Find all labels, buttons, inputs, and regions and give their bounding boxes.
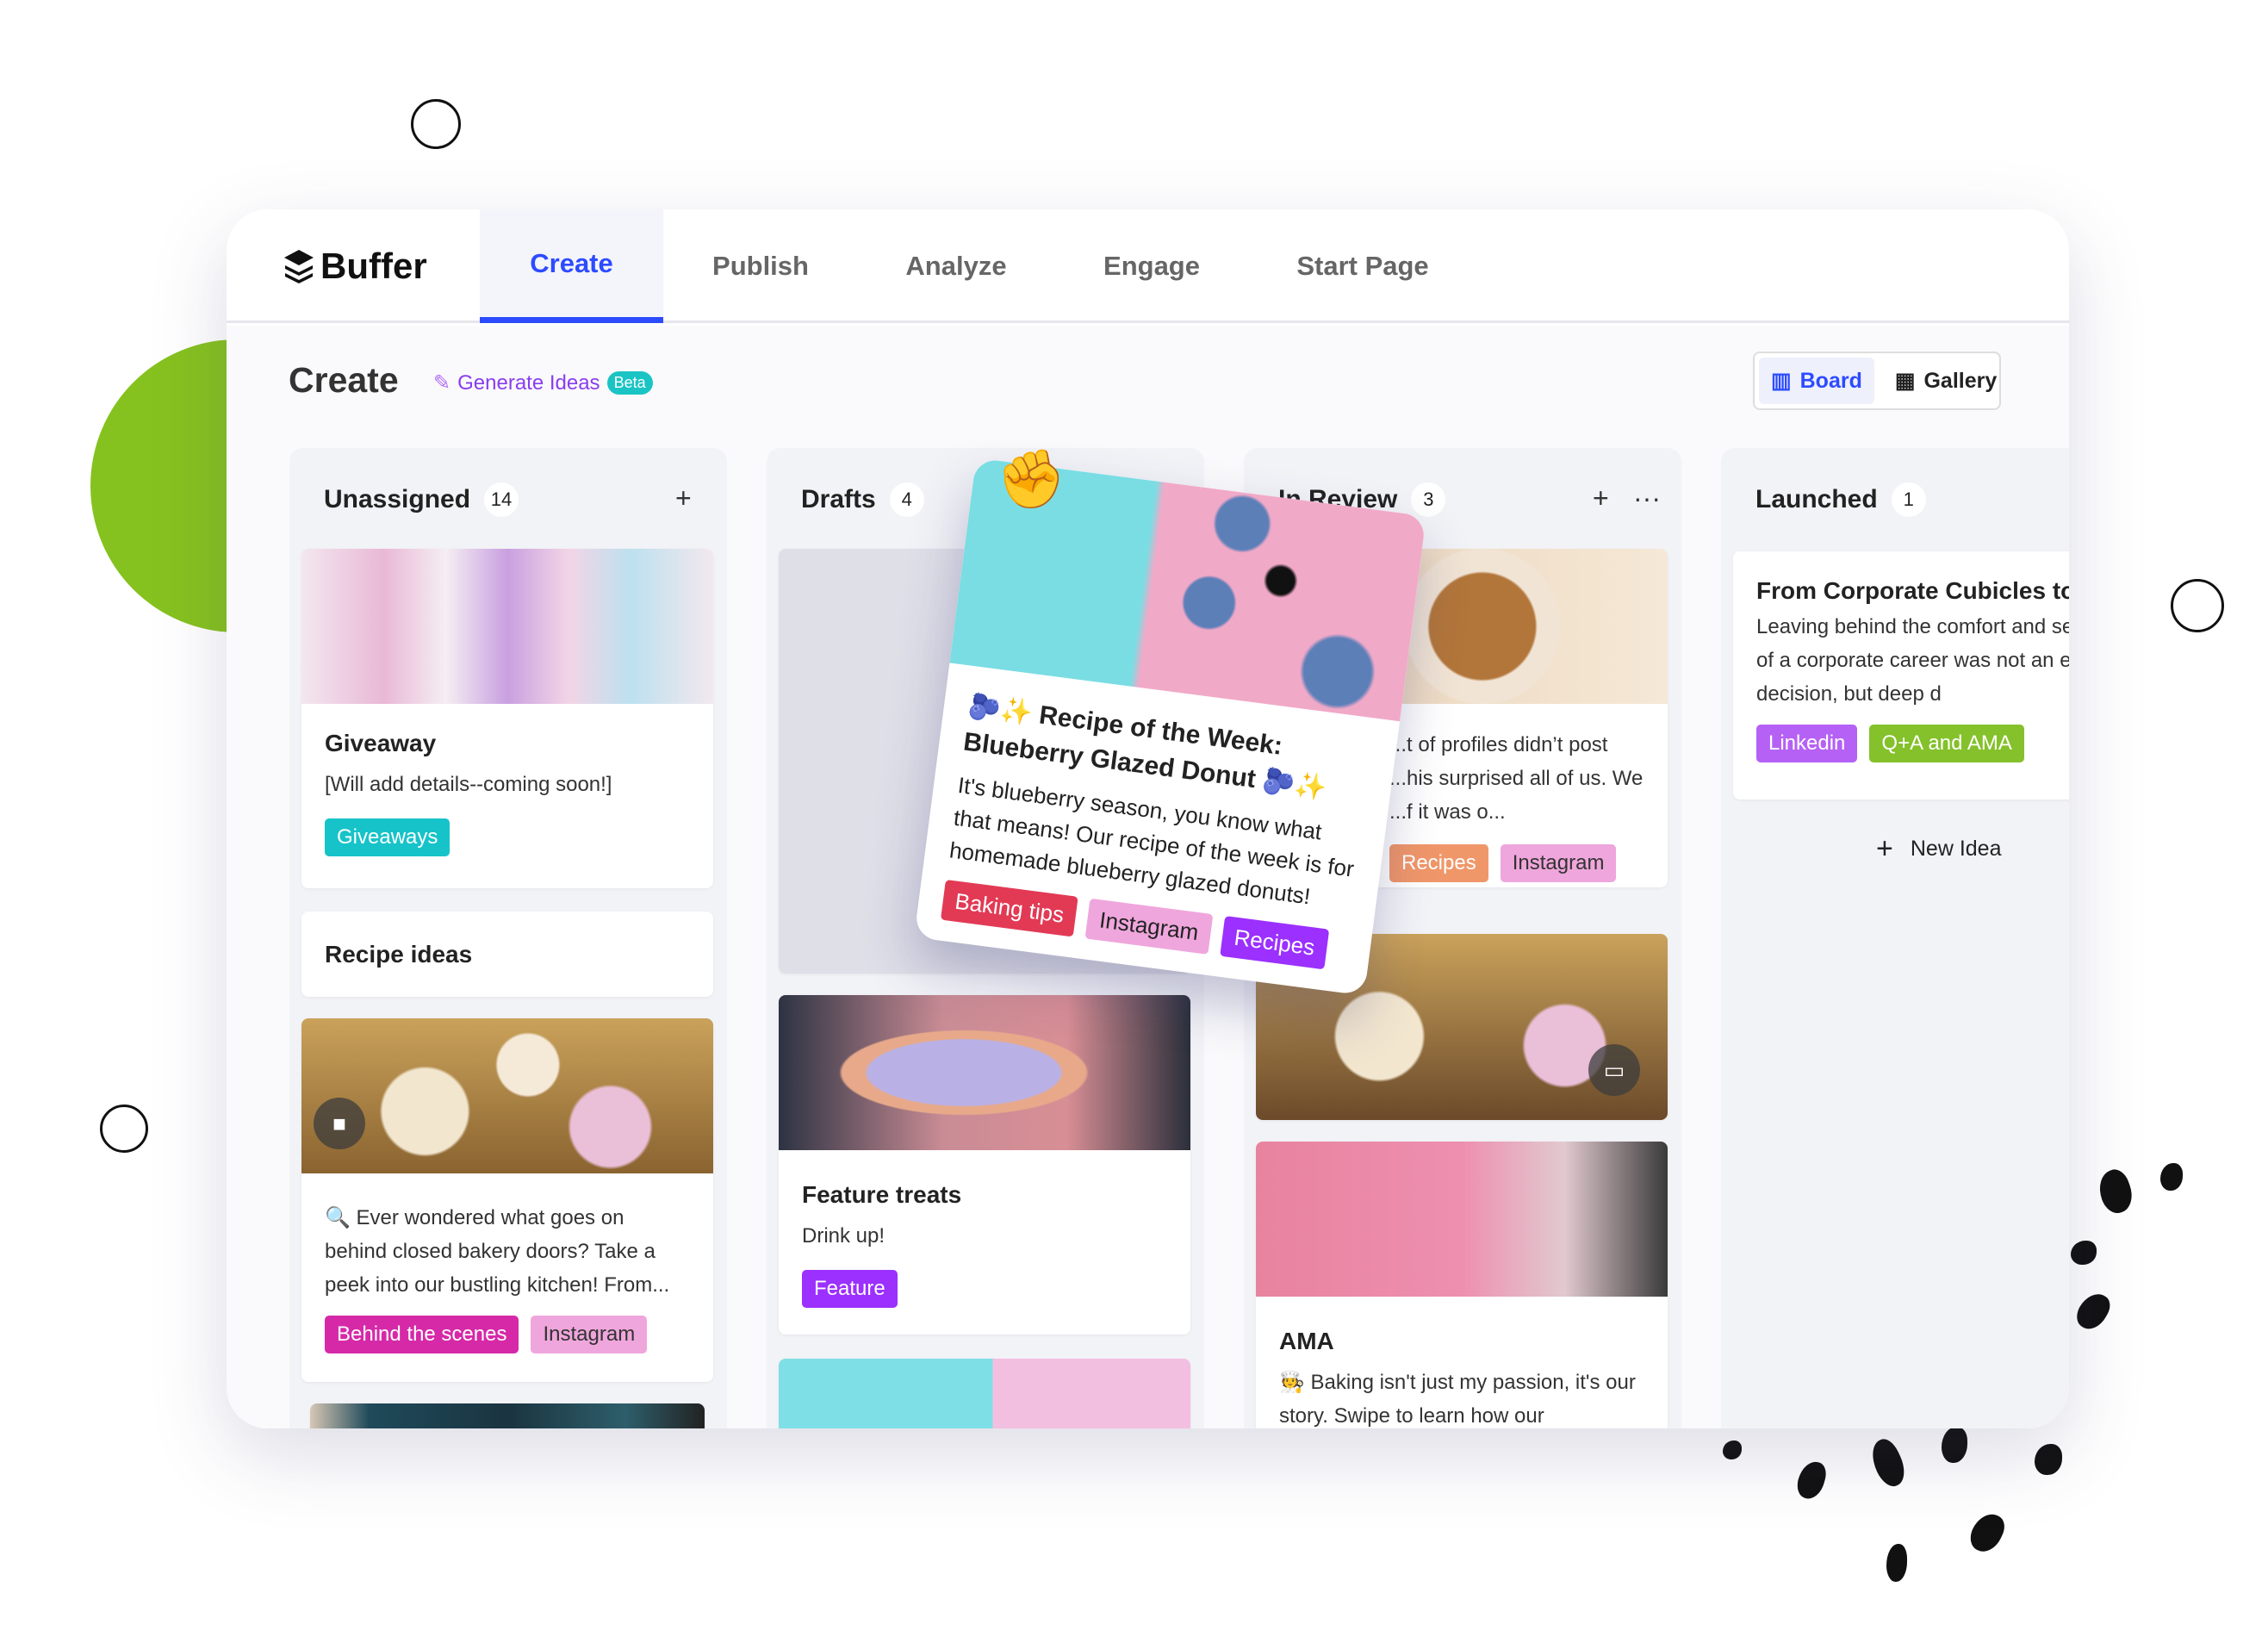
grab-cursor-icon: ✊: [992, 443, 1072, 517]
column-title: Launched: [1755, 485, 1878, 513]
card-text: Leaving behind the comfort and security …: [1756, 615, 2069, 706]
card-text: ...t of profiles didn’t post ...his surp…: [1389, 733, 1644, 824]
card-text: 🔍 Ever wondered what goes on behind clos…: [325, 1206, 670, 1297]
tag[interactable]: Instagram: [531, 1316, 648, 1353]
add-idea-button[interactable]: +: [1593, 482, 1609, 514]
column-launched: Launched 1 From Corporate Cubicles to Lea…: [1721, 448, 2069, 1428]
sprinkle-donut-image: [779, 995, 1190, 1150]
tab-analyze[interactable]: Analyze: [887, 209, 1025, 323]
magic-wand-icon: ✎: [433, 371, 451, 395]
tag[interactable]: Q+A and AMA: [1869, 725, 2024, 762]
column-unassigned: Unassigned 14 + Giveaway [Will add detail…: [289, 448, 727, 1428]
idea-card[interactable]: Feature treats Drink up! Feature: [779, 995, 1190, 1335]
tag[interactable]: Recipes: [1389, 844, 1488, 882]
decorative-ring: [2171, 579, 2224, 632]
tag[interactable]: Behind the scenes: [325, 1316, 519, 1353]
tag[interactable]: Linkedin: [1756, 725, 1858, 762]
card-title: Feature treats: [802, 1181, 962, 1208]
gallery-grid-icon: ▦: [1894, 369, 1916, 393]
page-title: Create: [289, 360, 399, 400]
tag[interactable]: Feature: [802, 1270, 898, 1308]
brand-name: Buffer: [320, 246, 427, 286]
idea-card[interactable]: From Corporate Cubicles to Leaving behin…: [1733, 551, 2069, 800]
video-icon: ■: [314, 1098, 365, 1149]
column-count: 4: [889, 482, 924, 517]
plus-icon: +: [1876, 832, 1893, 865]
tag[interactable]: Instagram: [1500, 844, 1617, 882]
tag[interactable]: Baking tips: [940, 879, 1078, 937]
storefront-image: [310, 1403, 705, 1428]
buffer-logo[interactable]: Buffer: [283, 246, 427, 287]
card-text: Drink up!: [802, 1224, 885, 1248]
tag[interactable]: Giveaways: [325, 818, 450, 856]
idea-group-card[interactable]: Recipe ideas: [301, 912, 713, 997]
generate-ideas-label: Generate Ideas: [457, 370, 600, 395]
card-title: Giveaway: [325, 730, 437, 756]
tab-publish[interactable]: Publish: [692, 209, 830, 323]
column-title: Drafts: [801, 485, 876, 513]
cupcakes-image: [301, 549, 713, 704]
card-text: [Will add details--coming soon!]: [325, 773, 612, 796]
dragged-idea-card[interactable]: 🫐✨ Recipe of the Week: Blueberry Glazed …: [914, 457, 1426, 996]
new-idea-button[interactable]: + New Idea: [1876, 832, 2001, 866]
beta-badge: Beta: [606, 371, 653, 395]
donuts-image: [301, 1018, 713, 1173]
column-more-button[interactable]: ···: [1633, 482, 1661, 514]
card-title: From Corporate Cubicles to: [1756, 577, 2069, 604]
column-count: 1: [1891, 482, 1926, 517]
idea-card[interactable]: ■ 🔍 Ever wondered what goes on behind cl…: [301, 1018, 713, 1382]
add-idea-button[interactable]: +: [675, 482, 692, 514]
card-title: Recipe ideas: [325, 940, 473, 968]
decorative-ring: [411, 99, 461, 149]
column-title: Unassigned: [324, 485, 471, 513]
pink-cafe-image: [1256, 1142, 1668, 1297]
buffer-layers-icon: [284, 250, 314, 283]
donut-pastel-image: [779, 1359, 1190, 1428]
board-label: Board: [1799, 368, 1862, 393]
gallery-label: Gallery: [1923, 368, 1998, 393]
tag[interactable]: Recipes: [1220, 916, 1329, 970]
new-idea-label: New Idea: [1910, 837, 2002, 861]
board-icon: ▥: [1771, 369, 1792, 393]
gallery-view-button[interactable]: ▦ Gallery: [1883, 358, 2009, 404]
tag[interactable]: Instagram: [1084, 898, 1214, 955]
video-icon: ▭: [1588, 1044, 1640, 1096]
column-count: 3: [1411, 482, 1446, 517]
column-count: 14: [484, 482, 519, 517]
tab-start-page[interactable]: Start Page: [1277, 209, 1449, 323]
tab-engage[interactable]: Engage: [1083, 209, 1221, 323]
card-title: AMA: [1279, 1328, 1334, 1354]
decorative-ring: [100, 1105, 148, 1153]
top-nav: Buffer Create Publish Analyze Engage Sta…: [227, 209, 2069, 323]
generate-ideas-button[interactable]: ✎ Generate Ideas Beta: [433, 370, 653, 395]
idea-card[interactable]: Giveaway [Will add details--coming soon!…: [301, 549, 713, 888]
card-text: 🧑‍🍳 Baking isn't just my passion, it's o…: [1279, 1371, 1636, 1428]
board-view-button[interactable]: ▥ Board: [1759, 358, 1874, 404]
view-toggle: ▥ Board ▦ Gallery: [1753, 352, 2001, 410]
idea-card[interactable]: AMA 🧑‍🍳 Baking isn't just my passion, it…: [1256, 1142, 1668, 1428]
tab-create[interactable]: Create: [480, 209, 663, 323]
